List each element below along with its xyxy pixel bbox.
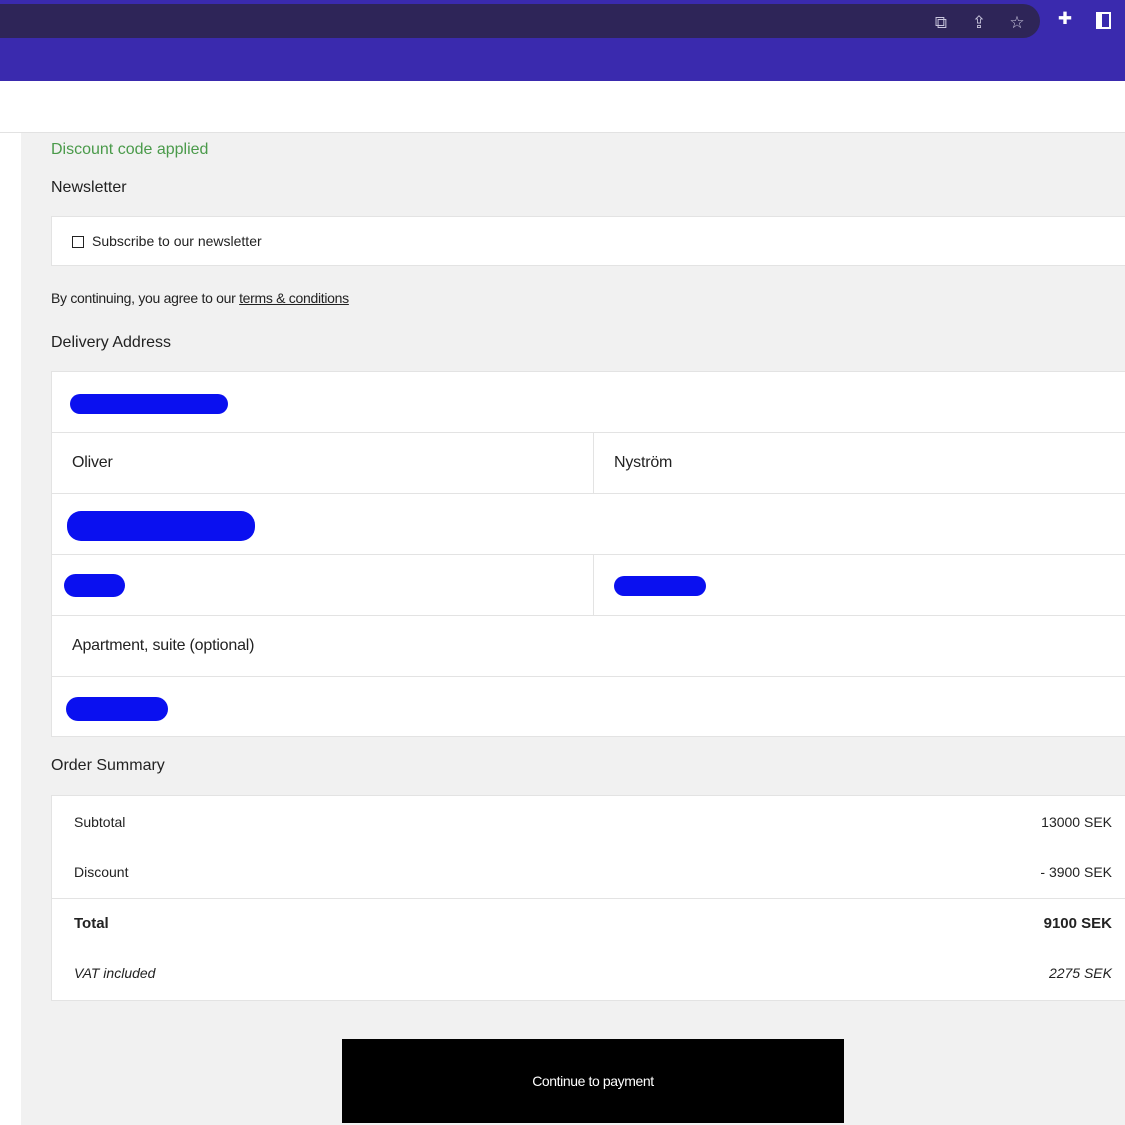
order-summary-box: Subtotal 13000 SEK Discount - 3900 SEK T…	[51, 795, 1125, 1001]
redacted-value	[614, 576, 706, 596]
email-field[interactable]	[52, 372, 1125, 432]
delivery-address-form: Oliver Nyström Apartment, suite (optiona…	[51, 371, 1125, 737]
translate-icon[interactable]: ⧉	[930, 12, 952, 34]
summary-divider	[52, 898, 1125, 899]
total-value: 9100 SEK	[1043, 915, 1112, 932]
site-header	[0, 81, 1125, 133]
postal-code-field[interactable]	[52, 555, 594, 615]
extensions-icon[interactable]: ✚	[1054, 8, 1076, 30]
vat-label: VAT included	[74, 965, 156, 981]
subtotal-label: Subtotal	[74, 814, 126, 830]
redacted-value	[66, 697, 168, 721]
discount-applied-message: Discount code applied	[51, 141, 209, 158]
vat-value: 2275 SEK	[1048, 965, 1112, 981]
apartment-field[interactable]: Apartment, suite (optional)	[52, 616, 1125, 676]
newsletter-title: Newsletter	[51, 179, 127, 196]
terms-text: By continuing, you agree to our terms & …	[51, 290, 349, 306]
left-margin	[0, 133, 21, 1125]
address-row	[52, 677, 1125, 738]
last-name-field[interactable]: Nyström	[594, 433, 1125, 493]
address-row	[52, 555, 1125, 616]
total-label: Total	[74, 915, 109, 932]
first-name-value: Oliver	[72, 454, 113, 471]
apartment-placeholder: Apartment, suite (optional)	[72, 637, 255, 654]
newsletter-box: Subscribe to our newsletter	[51, 216, 1125, 266]
street-address-field[interactable]	[52, 494, 1125, 554]
checkout-page: Discount code applied Newsletter Subscri…	[0, 133, 1125, 1125]
address-bar[interactable]: ⧉ ⇪ ☆	[0, 4, 1040, 38]
address-row	[52, 372, 1125, 433]
newsletter-checkbox[interactable]	[72, 236, 84, 248]
last-name-value: Nyström	[614, 454, 673, 471]
redacted-value	[70, 394, 228, 414]
discount-label: Discount	[74, 864, 129, 880]
address-row	[52, 494, 1125, 555]
delivery-address-title: Delivery Address	[51, 334, 172, 351]
address-row: Apartment, suite (optional)	[52, 616, 1125, 677]
terms-prefix: By continuing, you agree to our	[51, 290, 240, 306]
share-icon[interactable]: ⇪	[968, 12, 990, 34]
redacted-value	[64, 574, 125, 597]
subtotal-value: 13000 SEK	[1041, 814, 1112, 830]
continue-to-payment-button[interactable]: Continue to payment	[342, 1039, 844, 1123]
terms-link[interactable]: terms & conditions	[239, 290, 349, 306]
browser-toolbar: ⧉ ⇪ ☆ ✚	[0, 0, 1125, 81]
redacted-value	[67, 511, 255, 541]
phone-field[interactable]	[52, 677, 1125, 737]
order-summary-title: Order Summary	[51, 757, 165, 774]
star-icon[interactable]: ☆	[1006, 12, 1028, 34]
first-name-field[interactable]: Oliver	[52, 433, 594, 493]
city-field[interactable]	[594, 555, 1125, 615]
side-panel-icon[interactable]	[1096, 12, 1111, 29]
address-row: Oliver Nyström	[52, 433, 1125, 494]
newsletter-checkbox-label[interactable]: Subscribe to our newsletter	[92, 233, 262, 249]
discount-value: - 3900 SEK	[1040, 864, 1112, 880]
